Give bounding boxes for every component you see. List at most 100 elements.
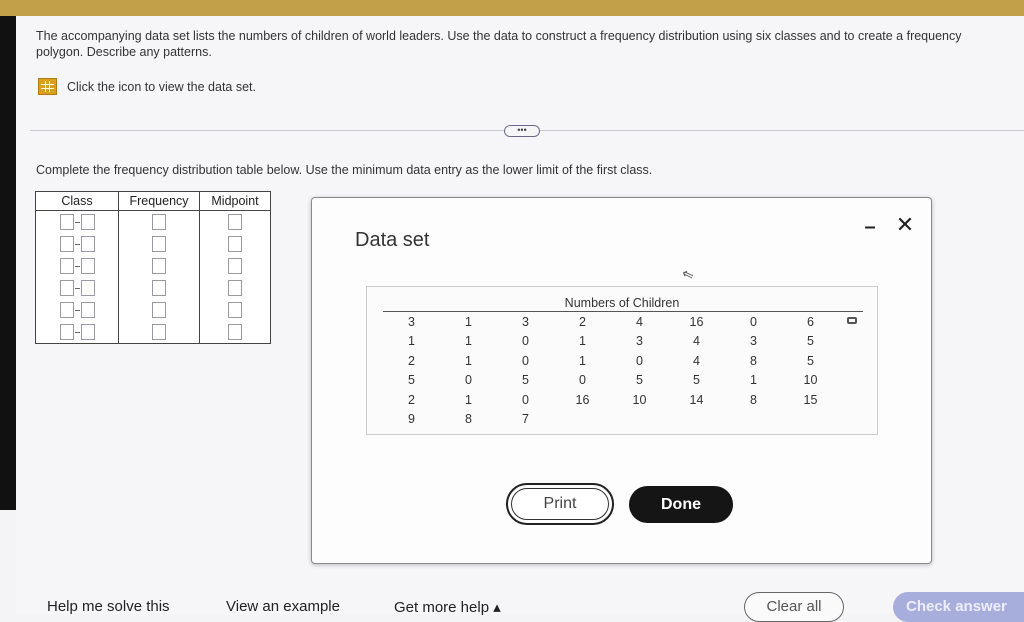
class-dash — [74, 221, 80, 223]
view-example-link[interactable]: View an example — [226, 598, 340, 615]
data-row: 5 0 5 0 5 5 1 10 — [383, 371, 839, 391]
grid-icon[interactable] — [38, 78, 57, 95]
get-more-help-link[interactable]: Get more help ▴ — [394, 598, 501, 616]
question-text: The accompanying data set lists the numb… — [36, 29, 962, 59]
class-lower-input[interactable] — [59, 258, 74, 274]
class-upper-input[interactable] — [80, 236, 95, 252]
data-cell: 8 — [750, 353, 757, 368]
midpoint-input[interactable] — [228, 236, 242, 252]
data-row: 2 1 0 1 0 4 8 5 — [383, 351, 839, 371]
class-lower-input[interactable] — [59, 280, 74, 296]
data-cell — [668, 410, 725, 430]
clear-all-button[interactable]: Clear all — [744, 592, 844, 622]
data-cell: 0 — [522, 392, 529, 407]
modal-title: Data set — [355, 229, 430, 251]
midpoint-input[interactable] — [228, 324, 242, 340]
data-cell: 5 — [807, 353, 814, 368]
midpoint-input[interactable] — [228, 258, 242, 274]
class-upper-input[interactable] — [80, 214, 95, 230]
midpoint-cell — [199, 321, 271, 344]
midpoint-cell — [199, 299, 271, 321]
class-lower-input[interactable] — [59, 324, 74, 340]
dataset-link[interactable]: Click the icon to view the data set. — [38, 78, 256, 95]
frequency-table-row — [35, 321, 271, 344]
data-cell: 10 — [803, 373, 818, 388]
data-cell: 1 — [465, 314, 472, 329]
data-cell: 16 — [575, 392, 590, 407]
data-cell — [725, 410, 782, 430]
class-lower-input[interactable] — [59, 236, 74, 252]
class-lower-input[interactable] — [59, 214, 74, 230]
done-button[interactable]: Done — [629, 486, 733, 523]
data-table: 3 1 3 2 4 16 0 6 1 1 0 1 3 4 3 5 2 1 0 1 0 4 8 5 5 0 5 0 5 5 1 10 2 1 0 16 1… — [383, 312, 839, 429]
mouse-cursor-icon: ⇖ — [679, 264, 696, 284]
frequency-table-body — [35, 210, 271, 344]
data-cell: 3 — [636, 334, 643, 349]
data-cell: 1 — [750, 373, 757, 388]
frequency-cell — [118, 210, 200, 233]
frequency-input[interactable] — [152, 214, 166, 230]
data-cell: 3 — [408, 314, 415, 329]
data-cell: 2 — [579, 314, 586, 329]
copy-icon[interactable] — [847, 317, 857, 324]
data-row: 9 8 7 — [383, 410, 839, 430]
close-button[interactable]: ✕ — [895, 214, 915, 236]
midpoint-input[interactable] — [228, 302, 242, 318]
data-cell: 3 — [522, 314, 529, 329]
print-button[interactable]: Print — [506, 483, 614, 525]
data-row: 3 1 3 2 4 16 0 6 — [383, 312, 839, 332]
frequency-cell — [118, 277, 200, 299]
data-cell: 7 — [522, 412, 529, 427]
data-cell — [611, 410, 668, 430]
help-me-solve-link[interactable]: Help me solve this — [47, 598, 170, 615]
data-cell: 0 — [750, 314, 757, 329]
class-dash — [74, 287, 80, 289]
class-dash — [74, 309, 80, 311]
class-upper-input[interactable] — [80, 302, 95, 318]
frequency-input[interactable] — [152, 236, 166, 252]
data-cell: 4 — [636, 314, 643, 329]
frequency-table-row — [35, 233, 271, 255]
data-cell — [554, 410, 611, 430]
data-cell: 5 — [522, 373, 529, 388]
minimize-button[interactable]: – — [862, 217, 878, 237]
class-upper-input[interactable] — [80, 280, 95, 296]
left-edge-bar — [0, 16, 16, 510]
data-cell: 8 — [465, 412, 472, 427]
frequency-input[interactable] — [152, 302, 166, 318]
check-answer-button[interactable]: Check answer — [893, 592, 1024, 622]
class-cell — [35, 277, 119, 299]
data-cell: 5 — [408, 373, 415, 388]
data-cell: 5 — [693, 373, 700, 388]
data-cell: 0 — [579, 373, 586, 388]
data-panel: Numbers of Children 3 1 3 2 4 16 0 6 1 1 0 1 3 4 3 5 2 1 0… — [366, 286, 878, 435]
class-lower-input[interactable] — [59, 302, 74, 318]
data-cell: 14 — [689, 392, 704, 407]
frequency-cell — [118, 255, 200, 277]
class-dash — [74, 243, 80, 245]
midpoint-cell — [199, 277, 271, 299]
frequency-table-row — [35, 210, 271, 233]
midpoint-cell — [199, 233, 271, 255]
data-cell: 1 — [465, 353, 472, 368]
frequency-table-row — [35, 299, 271, 321]
midpoint-input[interactable] — [228, 280, 242, 296]
class-upper-input[interactable] — [80, 324, 95, 340]
data-cell: 1 — [465, 334, 472, 349]
class-upper-input[interactable] — [80, 258, 95, 274]
data-cell: 4 — [693, 334, 700, 349]
top-bar — [0, 0, 1024, 16]
expand-button[interactable]: ••• — [504, 125, 540, 137]
data-cell: 6 — [807, 314, 814, 329]
data-set-modal: Data set – ✕ ⇖ Numbers of Children 3 1 3 2 4… — [311, 197, 932, 564]
midpoint-input[interactable] — [228, 214, 242, 230]
frequency-table-row — [35, 277, 271, 299]
frequency-input[interactable] — [152, 280, 166, 296]
frequency-input[interactable] — [152, 258, 166, 274]
data-cell: 15 — [803, 392, 818, 407]
data-cell: 1 — [465, 392, 472, 407]
data-cell: 5 — [807, 334, 814, 349]
data-cell: 5 — [636, 373, 643, 388]
data-cell: 0 — [465, 373, 472, 388]
frequency-input[interactable] — [152, 324, 166, 340]
